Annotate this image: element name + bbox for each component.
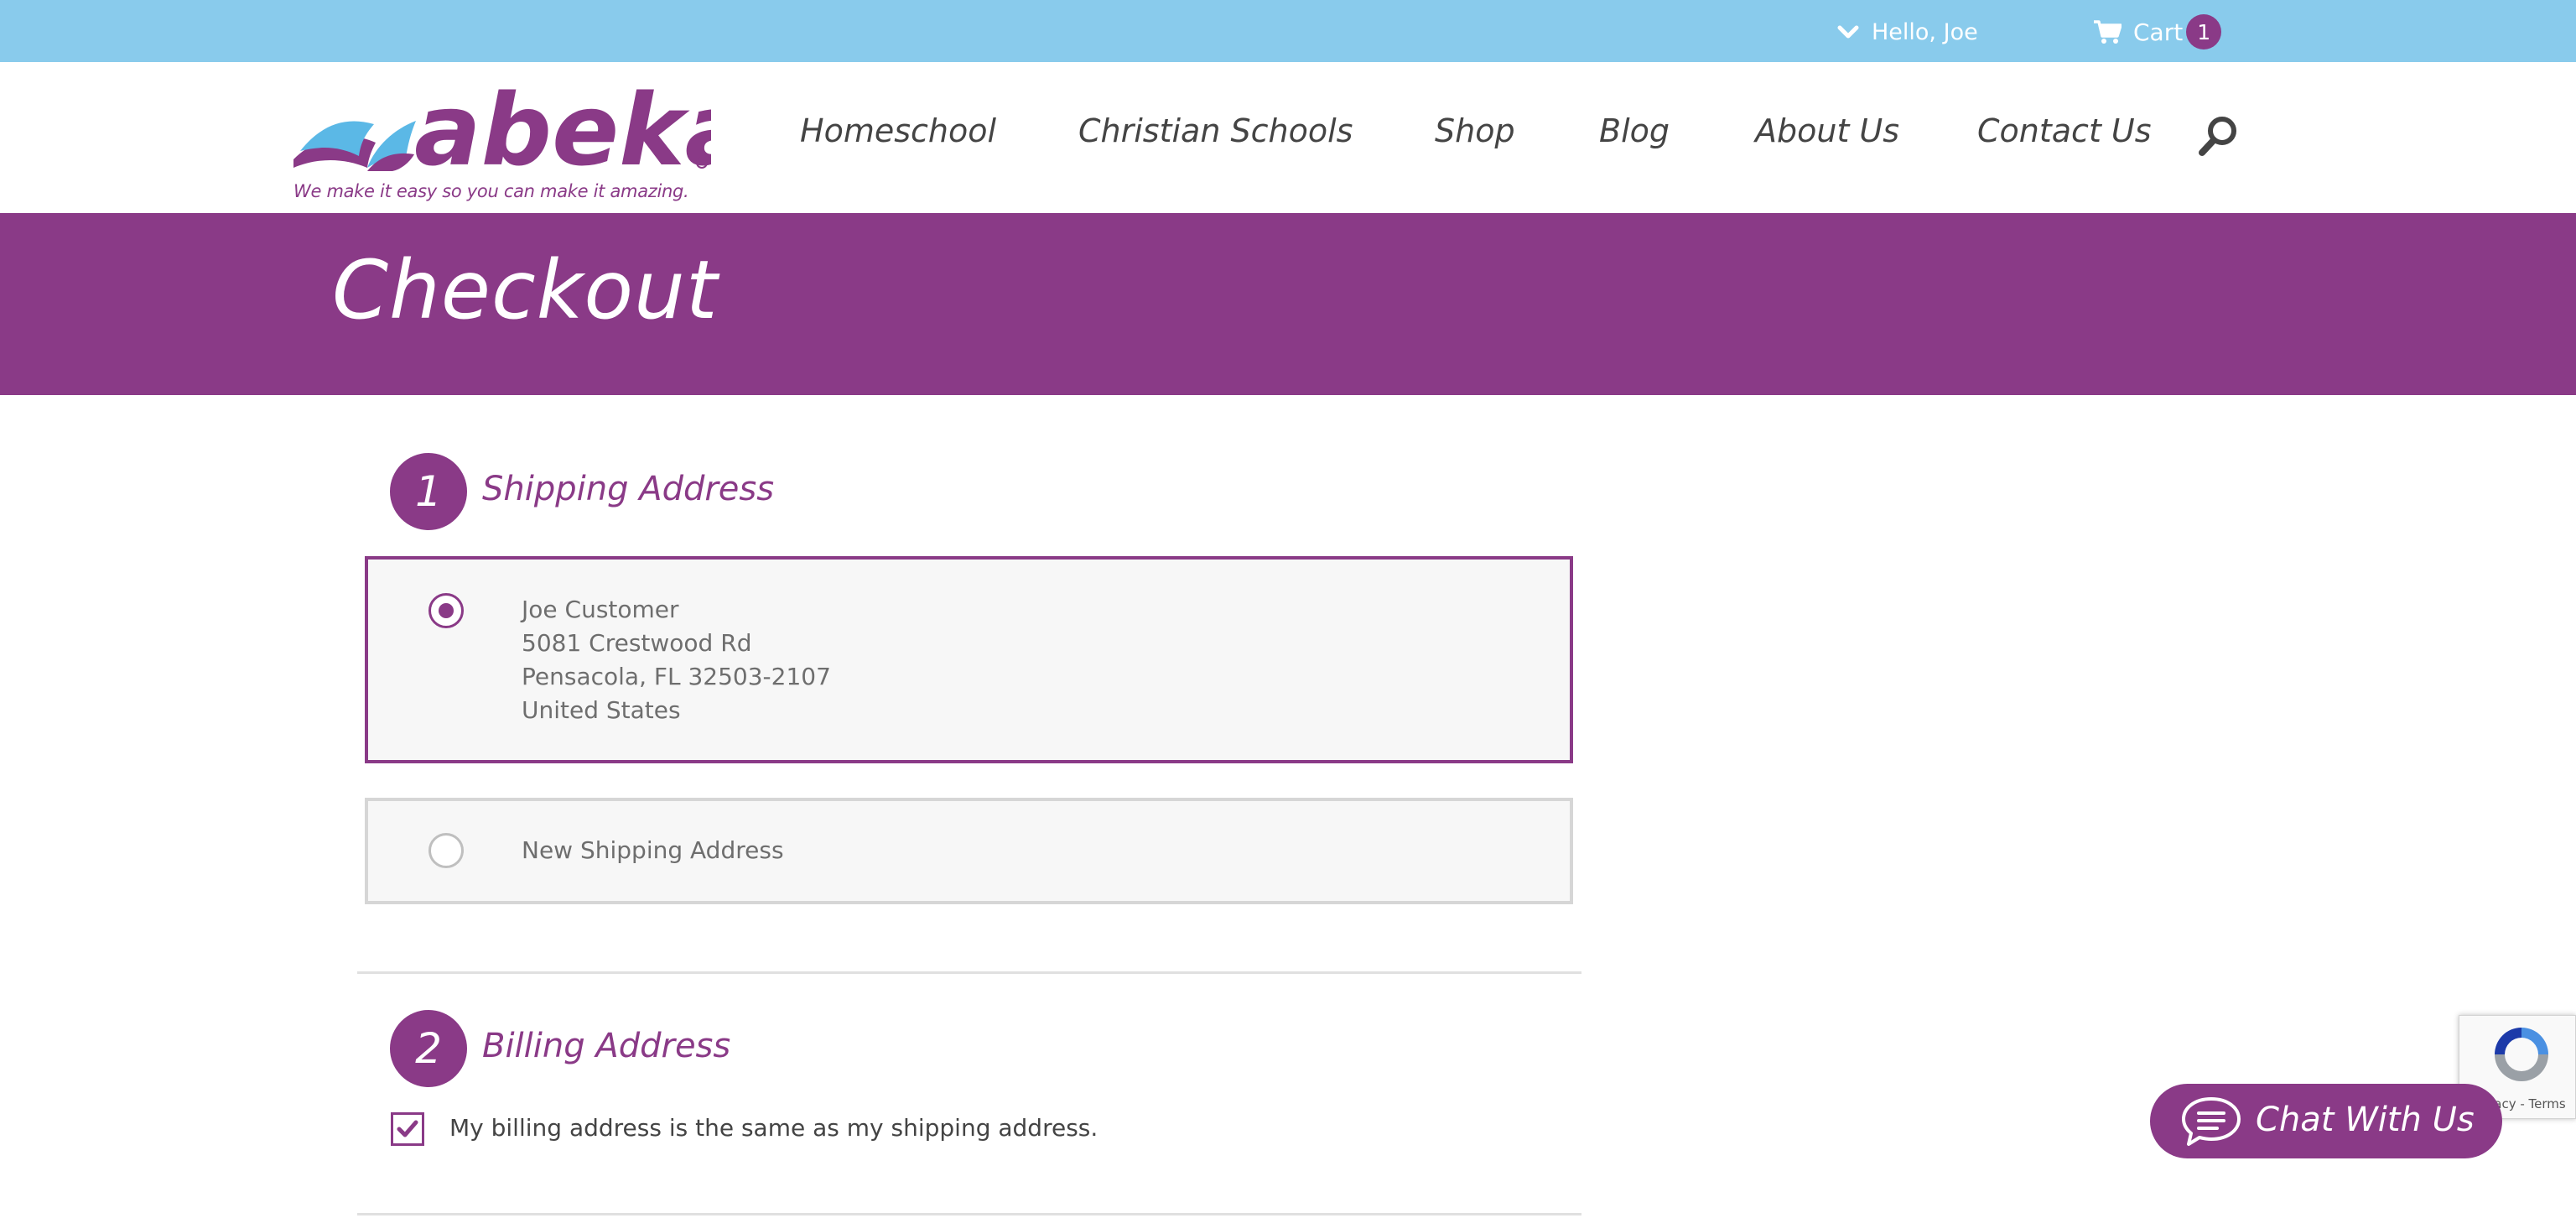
section-divider [357, 971, 1581, 974]
new-address-radio[interactable] [428, 833, 464, 868]
step-2-badge: 2 [390, 1010, 467, 1087]
shipping-address-heading: Shipping Address [482, 470, 775, 508]
address-street: 5081 Crestwood Rd [522, 629, 752, 657]
nav-about-us[interactable]: About Us [1755, 112, 1899, 151]
greeting-text: Hello, Joe [1872, 18, 1978, 45]
chevron-down-icon [1837, 25, 1859, 39]
address-city-state-zip: Pensacola, FL 32503-2107 [522, 663, 831, 690]
billing-address-heading: Billing Address [482, 1027, 731, 1065]
checkmark-icon [397, 1120, 418, 1137]
section-divider [357, 1213, 1581, 1215]
utility-bar: Hello, Joe Cart 1 [0, 0, 2576, 62]
logo-wordmark: abeka [414, 87, 711, 180]
page-banner: Checkout [0, 213, 2576, 395]
cart-count-badge: 1 [2186, 14, 2222, 49]
recaptcha-icon [2495, 1028, 2548, 1081]
saved-address-radio[interactable] [428, 593, 464, 628]
billing-same-checkbox[interactable] [391, 1112, 424, 1146]
nav-shop[interactable]: Shop [1435, 112, 1515, 151]
billing-same-label[interactable]: My billing address is the same as my shi… [449, 1114, 1098, 1142]
page-title: Checkout [332, 243, 719, 337]
site-header: abeka We make it easy so you can make it… [0, 62, 2576, 213]
chat-with-us-button[interactable]: Chat With Us [2150, 1084, 2502, 1158]
logo-graphic: abeka [293, 87, 711, 180]
chat-bubble-icon [2182, 1097, 2241, 1146]
nav-homeschool[interactable]: Homeschool [800, 112, 996, 151]
abeka-logo[interactable]: abeka We make it easy so you can make it… [292, 87, 711, 205]
saved-address-text: Joe Customer 5081 Crestwood Rd Pensacola… [522, 593, 831, 727]
cart-label: Cart [2133, 18, 2184, 46]
account-menu[interactable]: Hello, Joe [1836, 15, 1978, 49]
nav-blog[interactable]: Blog [1599, 112, 1670, 151]
new-address-option[interactable]: New Shipping Address [365, 798, 1573, 904]
chat-label: Chat With Us [2256, 1101, 2475, 1139]
logo-tagline: We make it easy so you can make it amazi… [293, 181, 689, 201]
cart-link[interactable]: Cart 1 [2093, 14, 2222, 49]
nav-contact-us[interactable]: Contact Us [1977, 112, 2152, 151]
saved-address-option[interactable]: Joe Customer 5081 Crestwood Rd Pensacola… [365, 556, 1573, 763]
address-name: Joe Customer [522, 596, 679, 623]
shopping-cart-icon [2094, 20, 2122, 44]
new-address-label: New Shipping Address [522, 836, 784, 864]
address-country: United States [522, 696, 681, 724]
step-1-badge: 1 [390, 453, 467, 530]
search-icon[interactable] [2197, 114, 2241, 158]
nav-christian-schools[interactable]: Christian Schools [1078, 112, 1353, 151]
